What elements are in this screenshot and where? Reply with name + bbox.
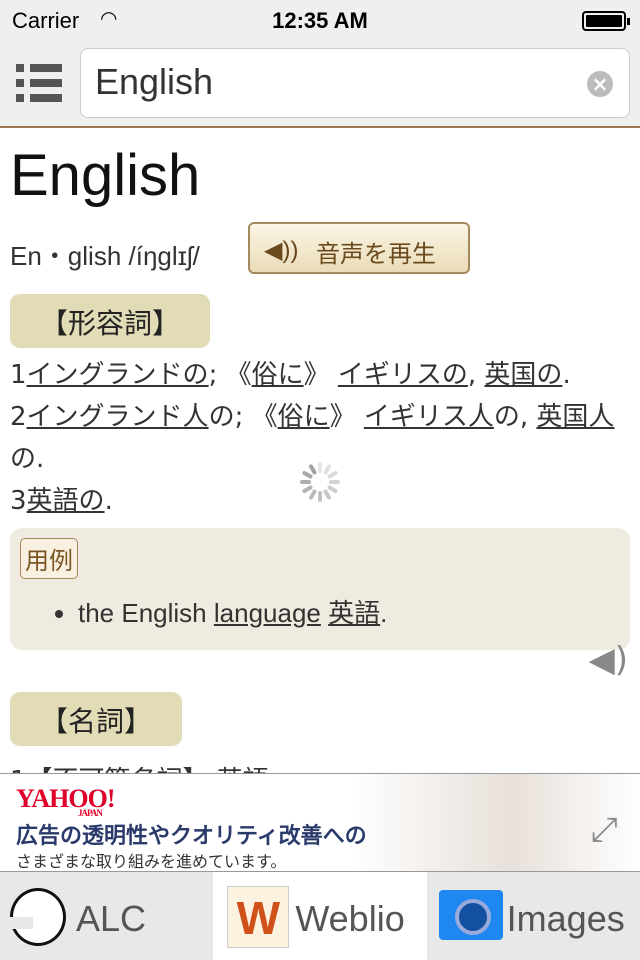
search-bar-area: ×: [0, 40, 640, 128]
speaker-icon[interactable]: ◀): [589, 640, 628, 680]
sense-item: 1イングランドの; 《俗に》 イギリスの, 英国の.: [10, 354, 630, 396]
list-menu-icon[interactable]: [16, 64, 62, 102]
loading-spinner-icon: [300, 462, 340, 502]
pos-adjective: 【形容詞】: [10, 294, 211, 348]
tab-weblio[interactable]: W Weblio: [213, 872, 427, 960]
sense-link[interactable]: 英語の: [27, 486, 105, 516]
sense-number: 2: [10, 402, 27, 432]
sense-link[interactable]: 俗に: [278, 402, 330, 432]
search-input[interactable]: [95, 61, 575, 103]
link-language[interactable]: language: [214, 598, 321, 628]
battery-icon: [582, 11, 630, 31]
dictionary-content[interactable]: English En・glish /íŋglɪʃ/ ◀)) 音声を再生 【形容詞…: [0, 130, 640, 773]
tab-images[interactable]: Images: [427, 872, 640, 960]
headword: English: [10, 143, 201, 208]
sense-text: 》: [329, 402, 364, 432]
pronunciation: En・glish /íŋglɪʃ/: [10, 241, 200, 271]
sense-text: 》: [303, 360, 338, 390]
sense-link[interactable]: 俗に: [252, 360, 304, 390]
sense-text: の; 《: [208, 402, 278, 432]
play-audio-button[interactable]: ◀)) 音声を再生: [248, 222, 470, 274]
yahoo-logo: YAHOO! JAPAN: [16, 784, 115, 818]
sense-link[interactable]: イングランド人: [27, 402, 209, 432]
spinner-spoke: [308, 488, 318, 501]
sense-text: ; 《: [208, 360, 252, 390]
search-field[interactable]: ×: [80, 48, 630, 118]
status-bar: Carrier ◠ 12:35 AM: [0, 0, 640, 40]
camera-icon: [438, 890, 503, 940]
speaker-icon: ◀)): [264, 237, 299, 264]
play-audio-label: 音声を再生: [316, 241, 436, 268]
sense-text: ,: [467, 360, 485, 390]
sense-text: の.: [10, 444, 45, 474]
sense-number: 1: [10, 360, 27, 390]
example-item: the English language 英語.: [78, 593, 620, 630]
spinner-spoke: [326, 470, 339, 480]
spinner-spoke: [318, 491, 322, 502]
sense-link[interactable]: イギリスの: [338, 360, 468, 390]
link-eigo[interactable]: 英語: [328, 598, 380, 628]
expand-icon[interactable]: ⤢: [591, 810, 618, 850]
ad-banner[interactable]: YAHOO! JAPAN 広告の透明性やクオリティ改善への さまざまな取り組みを進…: [0, 773, 640, 872]
ad-brand-sub: JAPAN: [78, 808, 103, 818]
sense-link[interactable]: 英国の: [484, 360, 562, 390]
sense-number: 3: [10, 486, 27, 516]
noun-sense: 1【不可算名詞】 英語: [10, 760, 630, 773]
spinner-spoke: [300, 480, 311, 484]
clock: 12:35 AM: [272, 8, 368, 33]
spinner-spoke: [329, 480, 340, 484]
pronunciation-row: En・glish /íŋglɪʃ/ ◀)) 音声を再生: [10, 222, 630, 294]
weblio-icon: W: [227, 886, 290, 948]
example-tag: 用例: [20, 538, 78, 579]
pos-noun: 【名詞】: [10, 692, 183, 746]
tab-weblio-label: Weblio: [295, 898, 405, 939]
sense-text: の,: [493, 402, 537, 432]
example-text: the English: [78, 598, 214, 628]
tab-bar: ALC W Weblio Images: [0, 872, 640, 960]
example-period: .: [380, 598, 388, 628]
alc-icon: [9, 888, 66, 946]
sense-link[interactable]: イギリス人: [364, 402, 494, 432]
sense-link[interactable]: イングランドの: [27, 360, 209, 390]
sense-text: .: [104, 486, 113, 516]
tab-alc[interactable]: ALC: [0, 872, 213, 960]
ad-subline: さまざまな取り組みを進めています。: [16, 852, 287, 871]
clear-icon[interactable]: ×: [587, 71, 613, 97]
tab-images-label: Images: [506, 898, 625, 939]
sense-link[interactable]: 英国人: [536, 402, 614, 432]
ad-headline: 広告の透明性やクオリティ改善への: [16, 824, 367, 849]
spinner-spoke: [318, 462, 322, 473]
tab-alc-label: ALC: [76, 898, 147, 939]
sense-text: .: [562, 360, 571, 390]
example-box: 用例 the English language 英語.: [10, 528, 630, 650]
